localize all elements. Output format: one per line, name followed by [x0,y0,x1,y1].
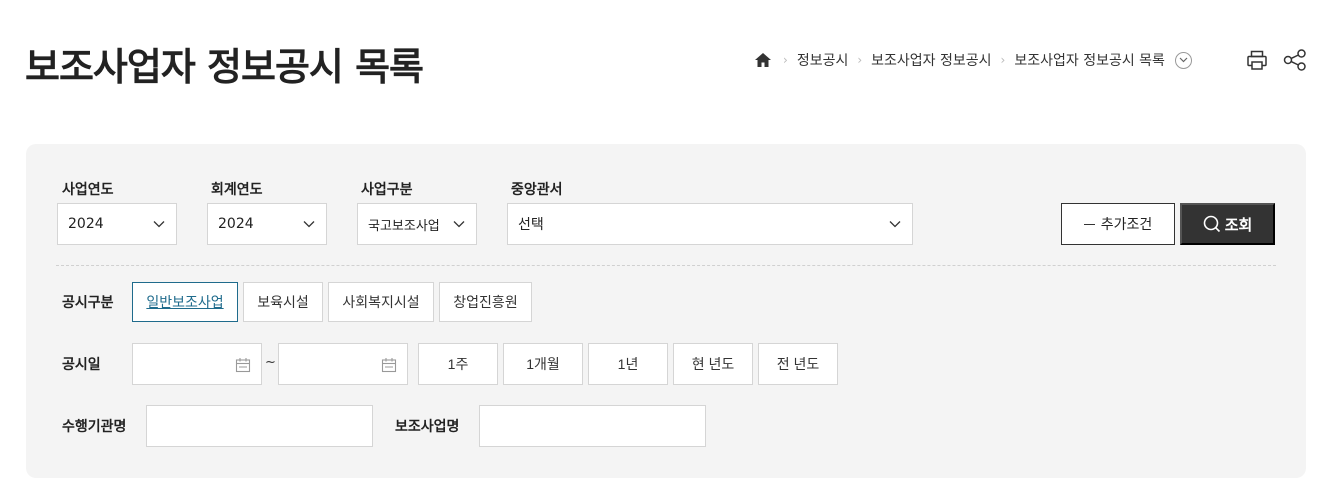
period-previous-year-button[interactable]: 전 년도 [758,343,838,385]
end-date-input[interactable] [278,343,408,385]
agency-label: 수행기관명 [62,419,127,435]
chevron-down-icon [889,221,901,228]
breadcrumb-item-current[interactable]: 보조사업자 정보공시 목록 [1014,50,1165,70]
period-1-month-button[interactable]: 1개월 [503,343,583,385]
print-icon[interactable] [1245,48,1269,72]
page-title: 보조사업자 정보공시 목록 [25,45,424,89]
disclosure-type-label: 공시구분 [62,295,114,311]
business-type-label: 사업구분 [361,182,413,198]
fiscal-year-value: 2024 [218,216,254,232]
more-conditions-button[interactable]: 추가조건 [1061,203,1175,245]
chevron-down-icon [453,221,465,228]
search-panel: 사업연도 2024 회계연도 2024 사업구분 국고보조사업 중앙관서 선택 … [26,144,1306,478]
business-type-select[interactable]: 국고보조사업 [357,203,477,245]
disclosure-type-general[interactable]: 일반보조사업 [132,282,238,322]
ministry-label: 중앙관서 [511,182,563,198]
period-1-week-button[interactable]: 1주 [418,343,498,385]
search-button-label: 조회 [1224,216,1253,234]
period-current-year-button[interactable]: 현 년도 [673,343,753,385]
home-icon[interactable] [752,49,774,71]
period-1-year-button[interactable]: 1년 [588,343,668,385]
chevron-right-icon: › [1000,53,1006,67]
search-button[interactable]: 조회 [1180,203,1275,245]
disclosure-date-label: 공시일 [62,357,101,373]
fiscal-year-label: 회계연도 [211,182,263,198]
business-year-value: 2024 [68,216,104,232]
date-range-separator: ~ [265,355,276,370]
calendar-icon[interactable] [235,357,251,373]
chevron-down-icon[interactable] [1174,51,1192,69]
agency-input[interactable] [146,405,373,447]
project-label: 보조사업명 [395,419,460,435]
divider [56,265,1276,266]
disclosure-type-welfare[interactable]: 사회복지시설 [328,282,434,322]
chevron-down-icon [153,221,165,228]
fiscal-year-select[interactable]: 2024 [207,203,327,245]
chevron-right-icon: › [783,53,788,67]
disclosure-type-startup[interactable]: 창업진흥원 [439,282,532,322]
calendar-icon[interactable] [381,357,397,373]
search-icon [1203,215,1220,233]
project-input[interactable] [479,405,706,447]
business-year-select[interactable]: 2024 [57,203,177,245]
business-type-value: 국고보조사업 [368,218,440,234]
chevron-right-icon: › [857,53,863,67]
share-icon[interactable] [1283,48,1307,72]
business-year-label: 사업연도 [62,182,114,198]
start-date-input[interactable] [132,343,262,385]
ministry-select[interactable]: 선택 [507,203,913,245]
ministry-value: 선택 [518,217,544,233]
disclosure-type-childcare[interactable]: 보육시설 [243,282,323,322]
breadcrumb-item-info[interactable]: 정보공시 [797,50,849,70]
chevron-down-icon [303,221,315,228]
breadcrumb: › 정보공시 › 보조사업자 정보공시 › 보조사업자 정보공시 목록 [752,48,1192,72]
minus-icon [1083,223,1095,225]
more-conditions-label: 추가조건 [1100,216,1153,232]
breadcrumb-item-subsidy[interactable]: 보조사업자 정보공시 [871,50,991,70]
